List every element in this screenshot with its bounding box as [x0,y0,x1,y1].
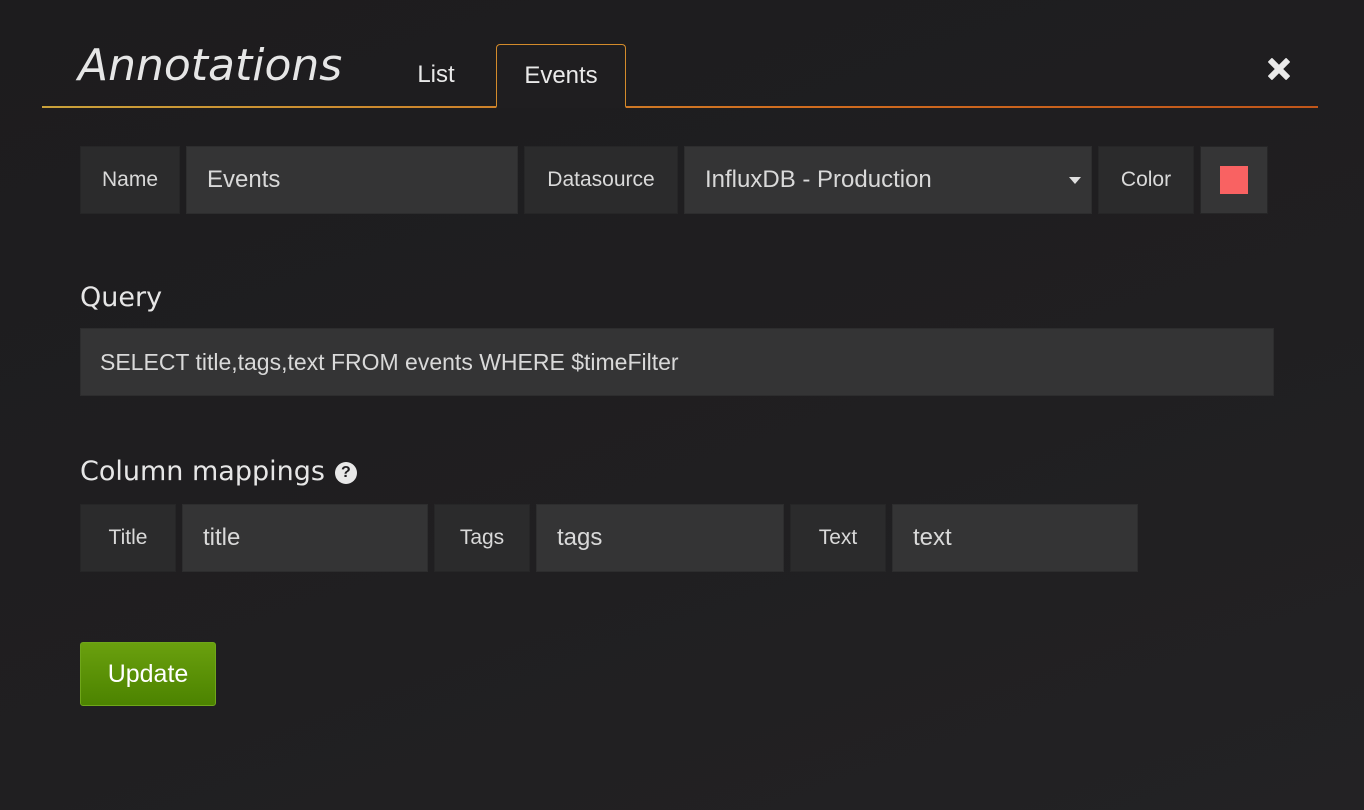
color-picker[interactable] [1200,146,1268,214]
column-mappings-label: Column mappings [80,456,325,487]
text-mapping-label: Text [790,504,886,572]
query-input[interactable]: SELECT title,tags,text FROM events WHERE… [80,328,1274,396]
datasource-selected-value: InfluxDB - Production [705,166,932,193]
tab-list[interactable]: List [402,44,470,106]
datasource-select[interactable]: InfluxDB - Production [684,146,1092,214]
close-icon[interactable] [1266,56,1292,82]
datasource-label: Datasource [524,146,678,214]
color-label: Color [1098,146,1194,214]
tags-mapping-label: Tags [434,504,530,572]
title-mapping-input[interactable]: title [182,504,428,572]
title-mapping-label: Title [80,504,176,572]
caret-down-icon [1069,177,1081,184]
annotations-modal: Annotations List Events Name Events Data… [0,0,1364,810]
question-circle-icon[interactable]: ? [334,462,357,484]
modal-header: Annotations List Events [42,0,1318,108]
column-mappings-heading: Column mappings? [80,456,357,487]
text-mapping-input[interactable]: text [892,504,1138,572]
name-label: Name [80,146,180,214]
color-swatch [1220,166,1248,194]
query-heading: Query [80,282,163,313]
modal-title: Annotations [78,40,343,91]
tags-mapping-input[interactable]: tags [536,504,784,572]
update-button[interactable]: Update [80,642,216,706]
tab-events[interactable]: Events [496,44,626,108]
name-input[interactable]: Events [186,146,518,214]
